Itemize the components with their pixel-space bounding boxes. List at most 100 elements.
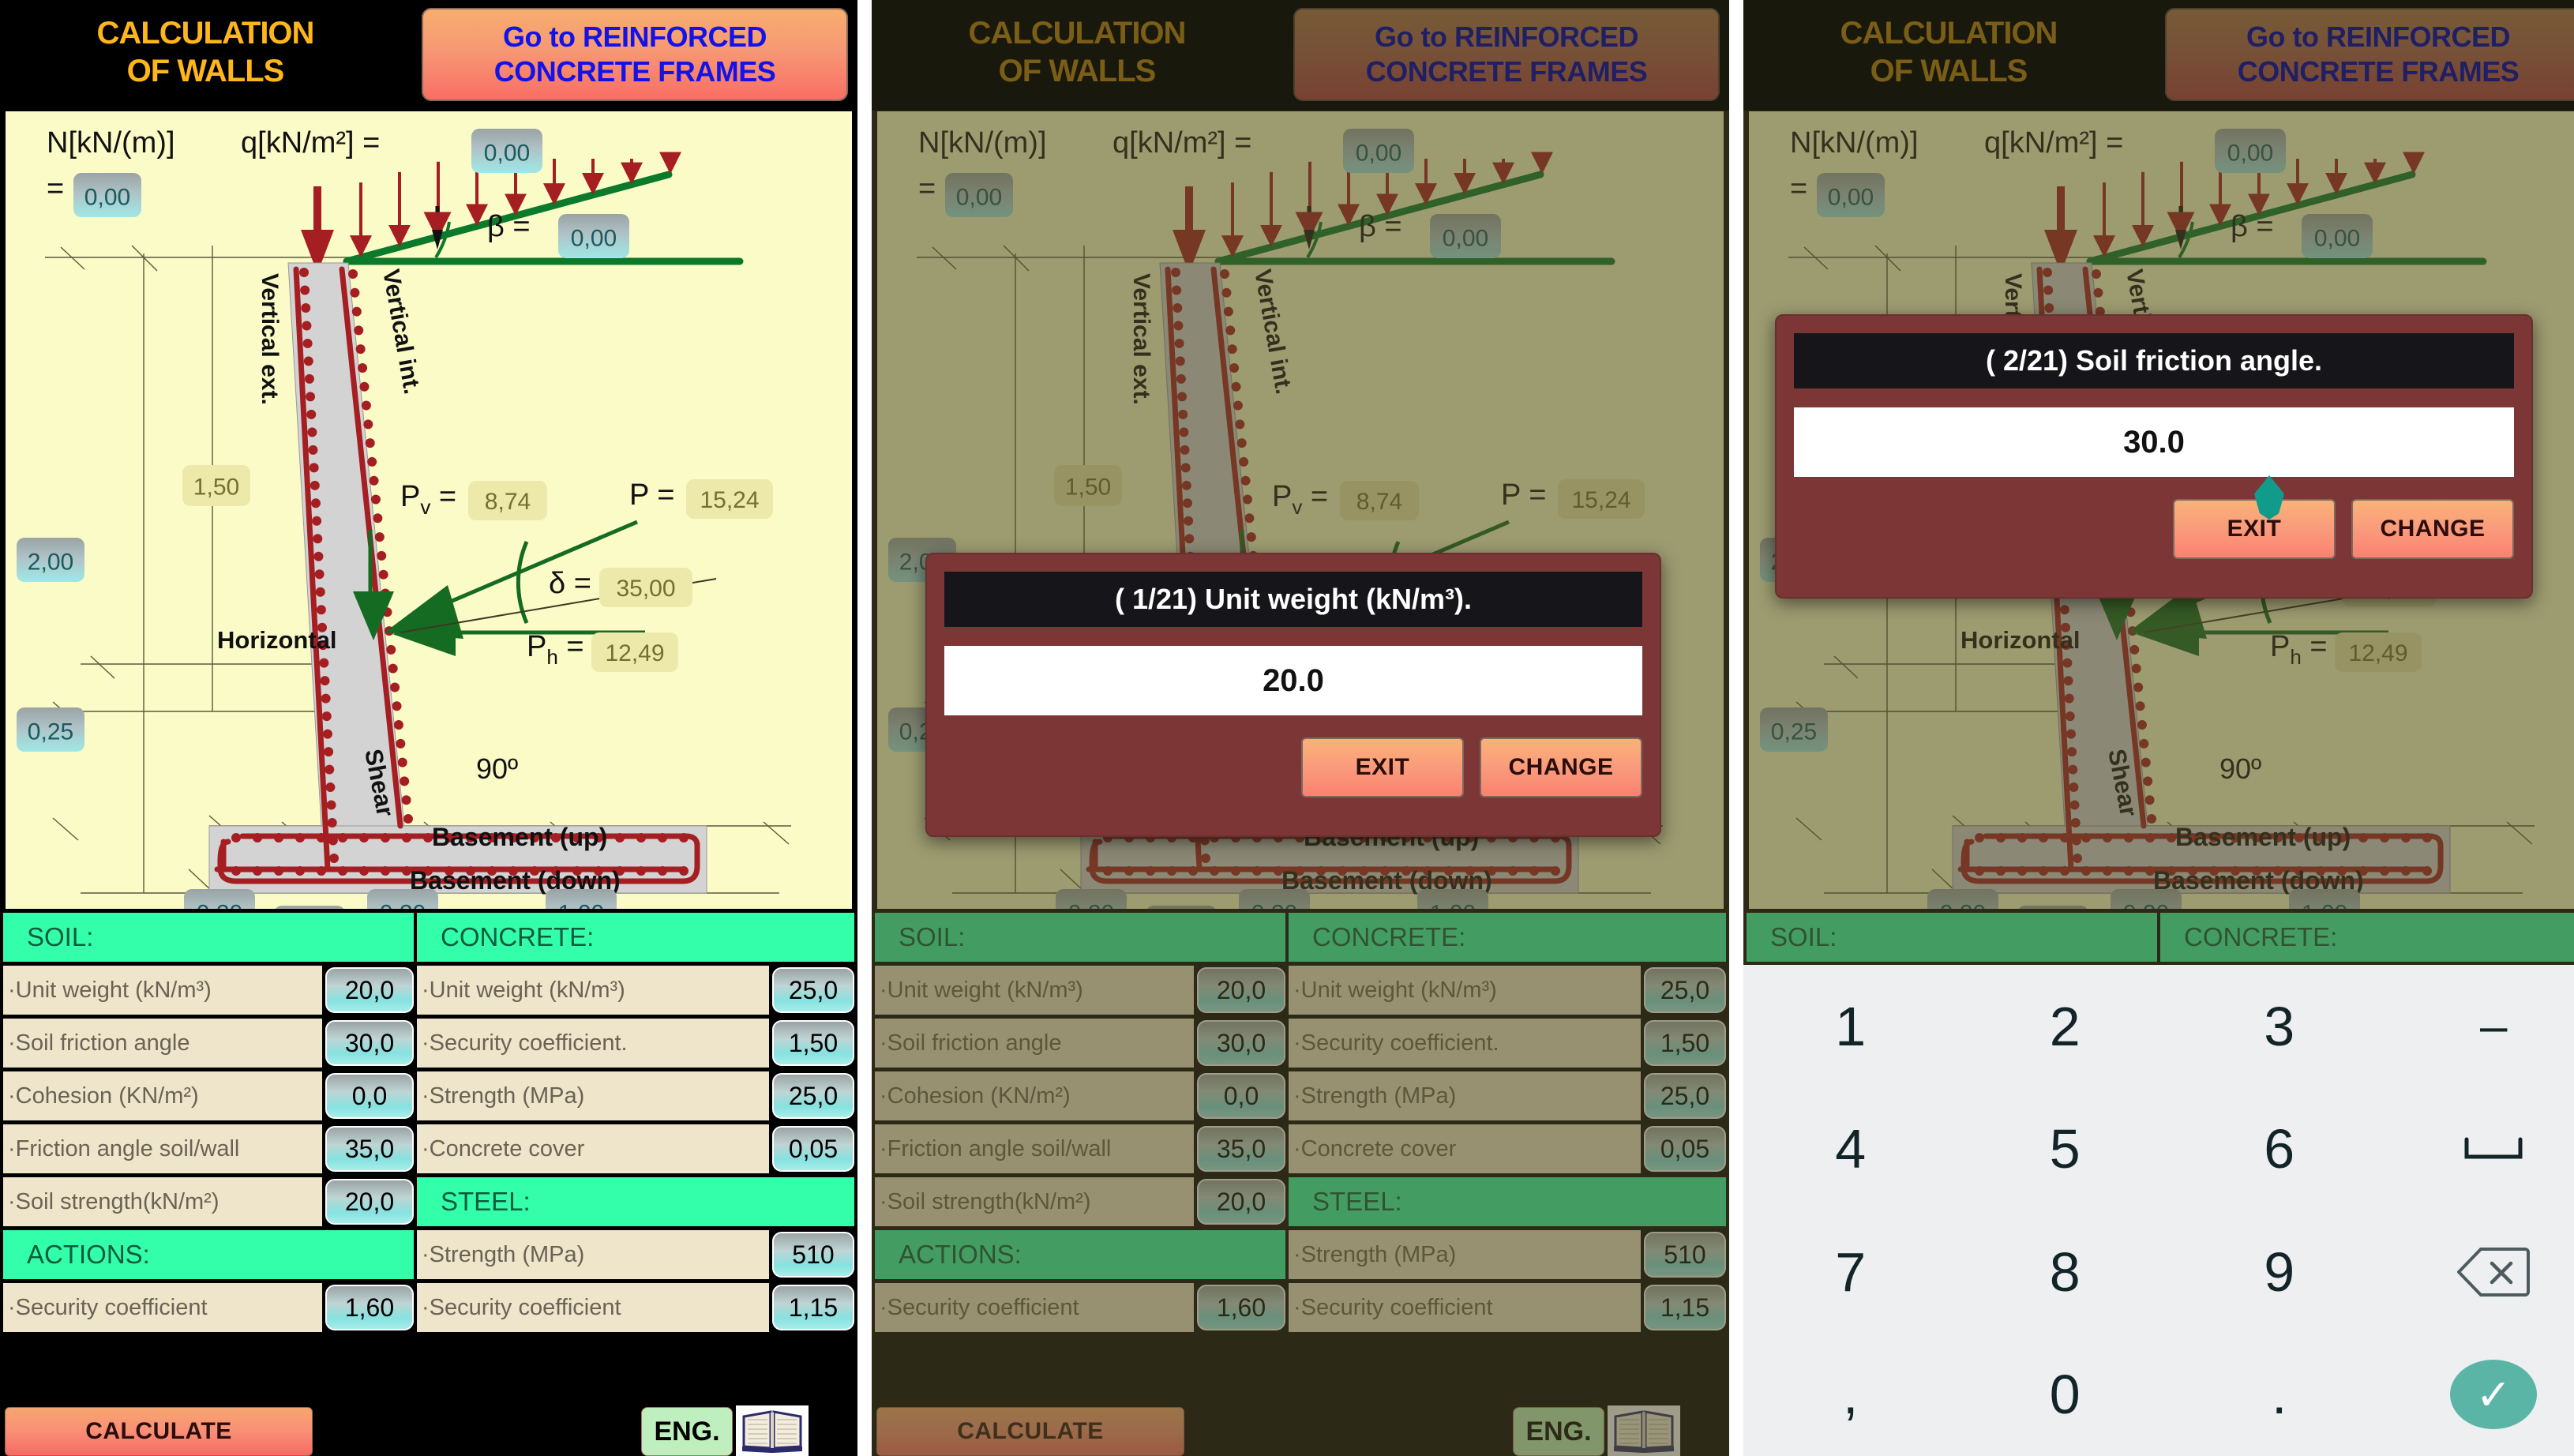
concrete-row-1-value[interactable]: 1,50 <box>772 1020 854 1066</box>
soil-row-4-value[interactable]: 20,0 <box>1197 1179 1285 1225</box>
concrete-row-0-value[interactable]: 25,0 <box>772 967 854 1013</box>
goto-button-line2: CONCRETE FRAMES <box>493 55 776 88</box>
key-4[interactable]: 4 <box>1743 1088 1958 1211</box>
label-horizontal: Horizontal <box>1961 626 2081 654</box>
label-basement-up: Basement (up) <box>432 823 607 851</box>
key-enter-ok[interactable]: ✓ <box>2387 1334 2574 1456</box>
key-comma[interactable]: , <box>1743 1334 1958 1456</box>
soil-row-3-value[interactable]: 35,0 <box>1197 1126 1285 1172</box>
steel-row-0-value[interactable]: 510 <box>772 1232 854 1278</box>
steel-row-0-value[interactable]: 510 <box>1644 1232 1726 1278</box>
calculate-button[interactable]: CALCULATE <box>5 1407 313 1456</box>
goto-reinforced-concrete-frames-button[interactable]: Go to REINFORCEDCONCRETE FRAMES <box>422 8 848 101</box>
steel-row-1-value[interactable]: 1,15 <box>1644 1285 1726 1330</box>
wall-diagram: N[kN/(m)] = 0,00 q[kN/m²] = 0,00 β = 0,00 Verti… <box>5 111 853 910</box>
steel-row-1-value[interactable]: 1,15 <box>772 1285 854 1330</box>
concrete-row-2-label[interactable]: ·Strength (MPa) <box>1289 1071 1641 1120</box>
soil-row-2-label[interactable]: ·Cohesion (KN/m²) <box>875 1071 1194 1120</box>
steel-row-0-label[interactable]: ·Strength (MPa) <box>1289 1230 1641 1279</box>
dialog-unit-weight-exit-button[interactable]: EXIT <box>1301 737 1464 797</box>
key-7[interactable]: 7 <box>1743 1210 1958 1334</box>
soil-row-1-value[interactable]: 30,0 <box>1197 1020 1285 1066</box>
dialog-soil-friction-angle: ( 2/21) Soil friction angle. 30.0 EXIT CHAN… <box>1775 314 2533 599</box>
concrete-row-3-value[interactable]: 0,05 <box>1644 1126 1726 1172</box>
soil-row-2-label[interactable]: ·Cohesion (KN/m²) <box>3 1071 322 1120</box>
key-enter-ok-circle[interactable]: ✓ <box>2450 1360 2538 1430</box>
soil-row-0-label[interactable]: ·Unit weight (kN/m³) <box>875 966 1194 1015</box>
key-space[interactable] <box>2387 1088 2574 1211</box>
language-button[interactable]: ENG. <box>1513 1407 1604 1456</box>
concrete-row-3-value[interactable]: 0,05 <box>772 1126 854 1172</box>
dim-020-c-chip <box>1147 906 1215 909</box>
soil-row-1-value[interactable]: 30,0 <box>325 1020 414 1066</box>
key-5[interactable]: 5 <box>1958 1088 2173 1211</box>
steel-row-1-label[interactable]: ·Security coefficient <box>417 1283 769 1332</box>
dialog-soil-friction-angle-input[interactable]: 30.0 <box>1794 407 2514 477</box>
key-8[interactable]: 8 <box>1958 1210 2173 1334</box>
open-book-icon[interactable] <box>736 1405 809 1456</box>
soil-row-0-value[interactable]: 20,0 <box>325 967 414 1013</box>
key-period[interactable]: . <box>2172 1334 2387 1456</box>
section-actions: ACTIONS: <box>3 1230 414 1279</box>
section-concrete: CONCRETE: <box>1289 913 1726 962</box>
soil-row-1-label[interactable]: ·Soil friction angle <box>875 1019 1194 1068</box>
calculate-button[interactable]: CALCULATE <box>876 1407 1184 1456</box>
actions-row-0-value[interactable]: 1,60 <box>325 1285 414 1330</box>
label-N-equals: = <box>1790 172 1807 205</box>
soil-row-4-label[interactable]: ·Soil strength(kN/m²) <box>875 1177 1194 1226</box>
section-steel: STEEL: <box>1289 1177 1726 1226</box>
concrete-row-1-value[interactable]: 1,50 <box>1644 1020 1726 1066</box>
label-q: q[kN/m²] = <box>1984 126 2123 159</box>
dialog-unit-weight-change-button[interactable]: CHANGE <box>1480 737 1642 797</box>
dialog-soil-friction-angle-exit-button[interactable]: EXIT <box>2173 499 2336 559</box>
language-button[interactable]: ENG. <box>641 1407 733 1456</box>
concrete-row-1-label[interactable]: ·Security coefficient. <box>417 1019 769 1068</box>
concrete-row-2-value[interactable]: 25,0 <box>772 1073 854 1119</box>
soil-row-4-value[interactable]: 20,0 <box>325 1179 414 1225</box>
label-angle-90: 90º <box>2219 752 2261 785</box>
dim-020-c-chip <box>2019 906 2087 909</box>
concrete-row-3-label[interactable]: ·Concrete cover <box>417 1124 769 1173</box>
value-N: 0,00 <box>1828 184 1874 210</box>
dim-025: 0,25 <box>1771 719 1817 745</box>
soil-row-2-value[interactable]: 0,0 <box>325 1073 414 1119</box>
concrete-row-0-value[interactable]: 25,0 <box>1644 967 1726 1013</box>
soil-row-4-label[interactable]: ·Soil strength(kN/m²) <box>3 1177 322 1226</box>
dialog-soil-friction-angle-change-button[interactable]: CHANGE <box>2351 499 2514 559</box>
concrete-row-1-label[interactable]: ·Security coefficient. <box>1289 1019 1641 1068</box>
open-book-icon[interactable] <box>1608 1405 1680 1456</box>
soil-row-2-value[interactable]: 0,0 <box>1197 1073 1285 1119</box>
panel-3-dialog-friction-keyboard: CALCULATIONOF WALLSGo to REINFORCEDCONCR… <box>1743 0 2574 1456</box>
value-P: 15,24 <box>700 487 759 513</box>
soil-row-0-value[interactable]: 20,0 <box>1197 967 1285 1013</box>
actions-row-0-label[interactable]: ·Security coefficient <box>875 1283 1194 1332</box>
soil-row-3-label[interactable]: ·Friction angle soil/wall <box>3 1124 322 1173</box>
soil-row-0-label[interactable]: ·Unit weight (kN/m³) <box>3 966 322 1015</box>
soil-row-3-label[interactable]: ·Friction angle soil/wall <box>875 1124 1194 1173</box>
concrete-row-0-label[interactable]: ·Unit weight (kN/m³) <box>1289 966 1641 1015</box>
key-1[interactable]: 1 <box>1743 965 1958 1088</box>
steel-row-0-label[interactable]: ·Strength (MPa) <box>417 1230 769 1279</box>
key-2[interactable]: 2 <box>1958 965 2173 1088</box>
concrete-row-3-label[interactable]: ·Concrete cover <box>1289 1124 1641 1173</box>
key-9[interactable]: 9 <box>2172 1210 2387 1334</box>
panel-gutter-2 <box>1729 0 1743 1456</box>
steel-row-1-label[interactable]: ·Security coefficient <box>1289 1283 1641 1332</box>
label-N: N[kN/(m)] <box>918 126 1047 159</box>
key-minus[interactable]: – <box>2387 965 2574 1088</box>
concrete-row-2-label[interactable]: ·Strength (MPa) <box>417 1071 769 1120</box>
concrete-row-2-value[interactable]: 25,0 <box>1644 1073 1726 1119</box>
key-6[interactable]: 6 <box>2172 1088 2387 1211</box>
goto-button-label: Go to REINFORCEDCONCRETE FRAMES <box>494 20 776 89</box>
actions-row-0-label[interactable]: ·Security coefficient <box>3 1283 322 1332</box>
actions-row-0-value[interactable]: 1,60 <box>1197 1285 1285 1330</box>
dim-020-b: 0,20 <box>1251 900 1297 909</box>
key-0[interactable]: 0 <box>1958 1334 2173 1456</box>
soil-row-3-value[interactable]: 35,0 <box>325 1126 414 1172</box>
value-q: 0,00 <box>2227 140 2273 166</box>
soil-row-1-label[interactable]: ·Soil friction angle <box>3 1019 322 1068</box>
key-3[interactable]: 3 <box>2172 965 2387 1088</box>
concrete-row-0-label[interactable]: ·Unit weight (kN/m³) <box>417 966 769 1015</box>
key-backspace[interactable] <box>2387 1210 2574 1334</box>
dialog-unit-weight-input[interactable]: 20.0 <box>944 646 1642 715</box>
